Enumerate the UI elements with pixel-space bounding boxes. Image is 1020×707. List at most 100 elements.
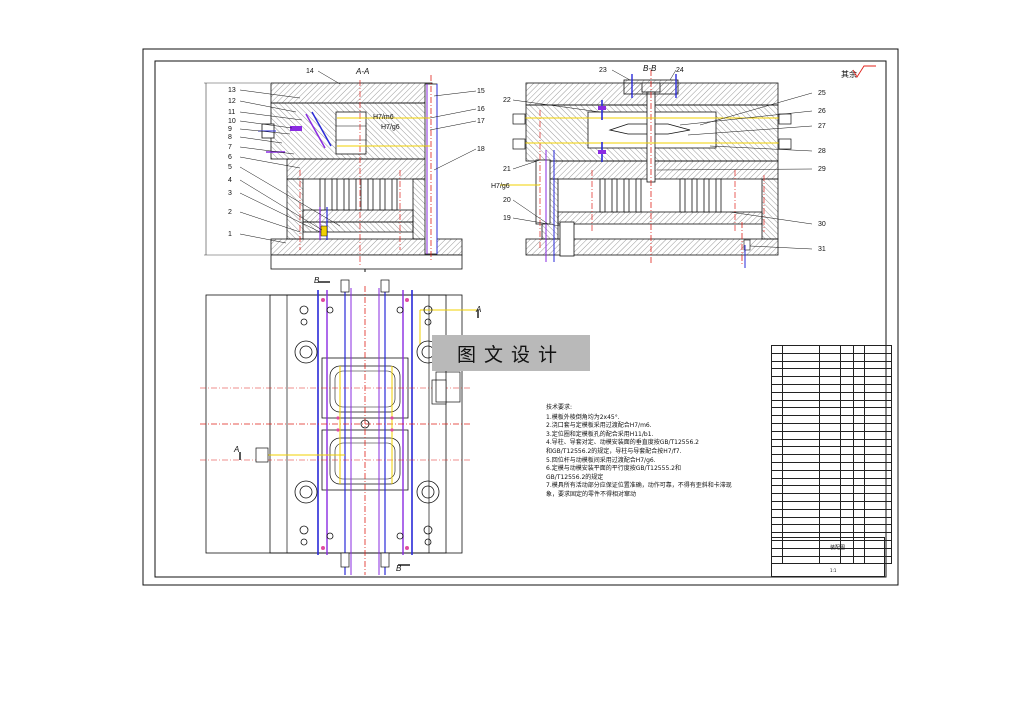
- parts-list-cell: [853, 524, 865, 534]
- parts-list-cell: [771, 360, 783, 370]
- parts-list-cell: [853, 422, 865, 432]
- part-number-8: 8: [228, 134, 232, 141]
- part-number-1: 1: [228, 231, 232, 238]
- parts-list-cell: [864, 516, 892, 526]
- parts-list-cell: [840, 508, 854, 518]
- fit-h7g6-b: H7/g6: [491, 183, 510, 190]
- section-mark-b-top: B: [314, 276, 320, 285]
- parts-list-cell: [771, 446, 783, 456]
- parts-list-cell: [819, 500, 841, 510]
- parts-list-cell: [819, 345, 841, 354]
- parts-list-row: [771, 461, 892, 471]
- parts-list-cell: [782, 407, 820, 417]
- parts-list-cell: [819, 399, 841, 409]
- parts-list-cell: [840, 469, 854, 479]
- parts-list-cell: [771, 469, 783, 479]
- parts-list-cell: [840, 524, 854, 534]
- note-line: 1.模板外棱倒角均为2x45°.: [546, 413, 620, 421]
- notes-title: 技术要求:: [546, 404, 573, 411]
- part-number-14: 14: [306, 68, 314, 75]
- parts-list-cell: [771, 477, 783, 487]
- parts-list-cell: [819, 368, 841, 378]
- parts-list-row: [771, 516, 892, 526]
- parts-list-cell: [840, 516, 854, 526]
- parts-list-cell: [819, 352, 841, 362]
- parts-list-cell: [864, 500, 892, 510]
- parts-list-cell: [771, 438, 783, 448]
- parts-list-cell: [864, 422, 892, 432]
- section-mark-a-left: A: [233, 445, 239, 454]
- parts-list-cell: [771, 485, 783, 495]
- parts-list-row: [771, 430, 892, 440]
- parts-list-cell: [864, 477, 892, 487]
- parts-list-cell: [771, 430, 783, 440]
- parts-list-cell: [782, 368, 820, 378]
- parts-list-cell: [864, 360, 892, 370]
- parts-list-cell: [771, 508, 783, 518]
- parts-list-cell: [819, 516, 841, 526]
- parts-list-cell: [782, 376, 820, 385]
- parts-list-cell: [771, 415, 783, 424]
- parts-list-cell: [864, 376, 892, 385]
- parts-list-cell: [853, 454, 865, 463]
- parts-list-cell: [782, 477, 820, 487]
- parts-list-row: [771, 500, 892, 510]
- parts-list-cell: [853, 500, 865, 510]
- parts-list-cell: [840, 368, 854, 378]
- parts-list-cell: [771, 524, 783, 534]
- parts-list-cell: [782, 430, 820, 440]
- parts-list-cell: [782, 352, 820, 362]
- parts-list-row: [771, 345, 892, 354]
- parts-list-cell: [782, 493, 820, 502]
- parts-list-cell: [771, 422, 783, 432]
- parts-list-cell: [840, 461, 854, 471]
- parts-list-cell: [864, 415, 892, 424]
- parts-list-cell: [782, 391, 820, 401]
- part-number-6: 6: [228, 154, 232, 161]
- parts-list-cell: [840, 485, 854, 495]
- parts-list-cell: [840, 477, 854, 487]
- parts-list-cell: [819, 469, 841, 479]
- parts-list-cell: [864, 508, 892, 518]
- parts-list-cell: [864, 430, 892, 440]
- part-number-16: 16: [477, 106, 485, 113]
- parts-list-cell: [819, 461, 841, 471]
- parts-list-cell: [819, 446, 841, 456]
- parts-list-row: [771, 454, 892, 463]
- parts-list-cell: [840, 399, 854, 409]
- fit-h7m6: H7/m6: [373, 114, 394, 121]
- technical-notes: 技术要求: 1.模板外棱倒角均为2x45°. 2.浇口套与定模板采用过渡配合H7…: [546, 404, 736, 500]
- part-number-19: 19: [503, 215, 511, 222]
- parts-list-cell: [782, 438, 820, 448]
- note-line: 2.浇口套与定模板采用过渡配合H7/m6.: [546, 422, 652, 430]
- parts-list-row: [771, 368, 892, 378]
- parts-list-cell: [853, 368, 865, 378]
- parts-list-cell: [853, 508, 865, 518]
- parts-list-cell: [782, 485, 820, 495]
- part-number-20: 20: [503, 197, 511, 204]
- parts-list-cell: [864, 454, 892, 463]
- parts-list-cell: [864, 485, 892, 495]
- section-mark-a-right: A: [475, 305, 481, 314]
- parts-list-cell: [771, 399, 783, 409]
- part-number-13: 13: [228, 87, 236, 94]
- part-number-31: 31: [818, 246, 826, 253]
- parts-list-cell: [853, 345, 865, 354]
- parts-list-cell: [840, 454, 854, 463]
- parts-list-row: [771, 415, 892, 424]
- parts-list-row: [771, 391, 892, 401]
- parts-list-cell: [782, 422, 820, 432]
- parts-list-row: [771, 477, 892, 487]
- parts-list-cell: [840, 422, 854, 432]
- parts-list-cell: [840, 376, 854, 385]
- part-number-10: 10: [228, 118, 236, 125]
- parts-list-cell: [819, 422, 841, 432]
- parts-list-cell: [819, 493, 841, 502]
- part-number-25: 25: [818, 90, 826, 97]
- parts-list-cell: [853, 516, 865, 526]
- part-number-17: 17: [477, 118, 485, 125]
- parts-list-row: [771, 493, 892, 502]
- parts-list-cell: [864, 383, 892, 393]
- parts-list-cell: [782, 516, 820, 526]
- part-number-30: 30: [818, 221, 826, 228]
